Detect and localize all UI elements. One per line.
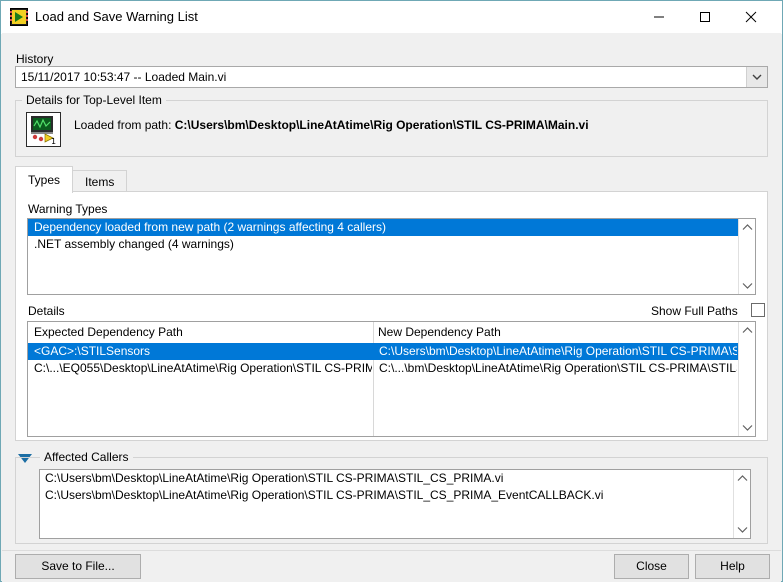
affected-callers-scrollbar[interactable]	[733, 470, 750, 538]
warning-types-label: Warning Types	[28, 202, 108, 216]
scroll-up-icon[interactable]	[734, 470, 751, 487]
cell-expected-path: C:\...\EQ055\Desktop\LineAtAtime\Rig Ope…	[34, 361, 372, 375]
maximize-button[interactable]	[682, 1, 728, 32]
chevron-down-icon[interactable]	[746, 67, 767, 87]
tab-strip: Types Items	[15, 166, 768, 193]
minimize-button[interactable]	[636, 1, 682, 32]
show-full-paths-label: Show Full Paths	[651, 304, 738, 318]
scroll-down-icon[interactable]	[734, 521, 751, 538]
column-header-new-path[interactable]: New Dependency Path	[378, 325, 501, 339]
top-level-path: C:\Users\bm\Desktop\LineAtAtime\Rig Oper…	[174, 118, 589, 132]
window-title: Load and Save Warning List	[35, 9, 198, 24]
cell-new-path: C:\Users\bm\Desktop\LineAtAtime\Rig Oper…	[379, 344, 737, 358]
scroll-up-icon[interactable]	[739, 322, 756, 339]
scroll-down-icon[interactable]	[739, 277, 756, 294]
svg-text:1: 1	[51, 137, 56, 146]
history-value: 15/11/2017 10:53:47 -- Loaded Main.vi	[21, 70, 227, 84]
title-bar: Load and Save Warning List	[1, 1, 782, 34]
save-to-file-button[interactable]: Save to File...	[15, 554, 141, 579]
close-dialog-button[interactable]: Close	[614, 554, 689, 579]
dialog-window: Load and Save Warning List History 15/11…	[0, 0, 783, 582]
table-row[interactable]: C:\...\EQ055\Desktop\LineAtAtime\Rig Ope…	[28, 360, 739, 377]
list-item[interactable]: Dependency loaded from new path (2 warni…	[28, 219, 755, 236]
cell-new-path: C:\...\bm\Desktop\LineAtAtime\Rig Operat…	[379, 361, 737, 375]
top-level-details-title: Details for Top-Level Item	[22, 93, 166, 107]
details-scrollbar[interactable]	[738, 322, 755, 436]
details-table-header: Expected Dependency Path New Dependency …	[28, 322, 755, 344]
labview-vi-icon	[10, 8, 28, 26]
tab-types[interactable]: Types	[15, 166, 74, 193]
table-row-empty	[28, 377, 739, 394]
maximize-icon	[700, 11, 710, 22]
warning-types-scrollbar[interactable]	[738, 219, 755, 294]
labview-vi-icon: 1	[26, 112, 61, 147]
scroll-up-icon[interactable]	[739, 219, 756, 236]
table-row-empty	[28, 394, 739, 411]
top-level-prefix: Loaded from path:	[74, 118, 175, 132]
show-full-paths-checkbox[interactable]	[751, 303, 765, 317]
scroll-down-icon[interactable]	[739, 419, 756, 436]
affected-callers-label: Affected Callers	[40, 450, 133, 464]
table-row[interactable]: <GAC>:\STILSensors C:\Users\bm\Desktop\L…	[28, 343, 739, 360]
details-table[interactable]: Expected Dependency Path New Dependency …	[27, 321, 756, 437]
list-item[interactable]: C:\Users\bm\Desktop\LineAtAtime\Rig Oper…	[40, 470, 750, 487]
warning-types-list[interactable]: Dependency loaded from new path (2 warni…	[27, 218, 756, 295]
help-button[interactable]: Help	[695, 554, 770, 579]
details-table-body: <GAC>:\STILSensors C:\Users\bm\Desktop\L…	[28, 343, 739, 436]
details-label: Details	[28, 304, 65, 318]
dialog-footer: Save to File... Close Help	[2, 550, 781, 582]
list-item[interactable]: .NET assembly changed (4 warnings)	[28, 236, 755, 253]
history-label: History	[16, 52, 54, 66]
close-button[interactable]	[728, 1, 774, 32]
minimize-icon	[654, 16, 664, 17]
column-divider[interactable]	[373, 322, 374, 343]
top-level-path-text: Loaded from path: C:\Users\bm\Desktop\Li…	[74, 118, 589, 132]
column-header-expected-path[interactable]: Expected Dependency Path	[34, 325, 183, 339]
close-icon	[745, 11, 757, 22]
dialog-body: History 15/11/2017 10:53:47 -- Loaded Ma…	[2, 33, 781, 582]
table-row-empty	[28, 428, 739, 436]
table-row-empty	[28, 411, 739, 428]
list-item[interactable]: C:\Users\bm\Desktop\LineAtAtime\Rig Oper…	[40, 487, 750, 504]
history-combobox[interactable]: 15/11/2017 10:53:47 -- Loaded Main.vi	[15, 66, 768, 88]
cell-expected-path: <GAC>:\STILSensors	[34, 344, 151, 358]
tab-items[interactable]: Items	[72, 170, 128, 193]
affected-callers-list[interactable]: C:\Users\bm\Desktop\LineAtAtime\Rig Oper…	[39, 469, 751, 539]
